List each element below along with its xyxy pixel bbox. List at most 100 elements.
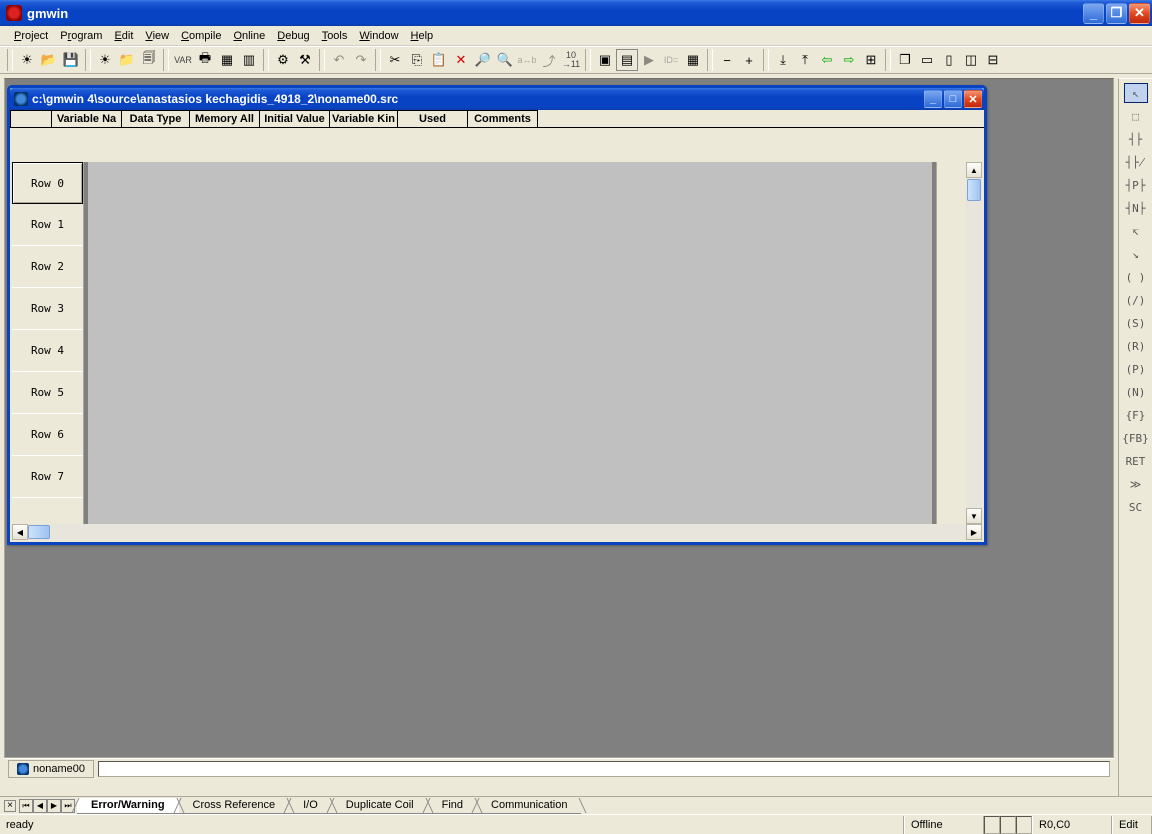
tb-findnext-icon[interactable]: 🔍: [494, 49, 516, 71]
tb-stop-icon[interactable]: ▦: [682, 49, 704, 71]
palette-contact-n-icon[interactable]: ┤N├: [1124, 198, 1148, 218]
output-nav-next-icon[interactable]: ▶: [47, 799, 61, 813]
palette-line-down-icon[interactable]: ↘: [1124, 244, 1148, 264]
scroll-up-icon[interactable]: ▲: [966, 162, 982, 178]
child-titlebar[interactable]: c:\gmwin 4\source\anastasios kechagidis_…: [10, 88, 984, 110]
horizontal-scrollbar[interactable]: ◀ ▶: [12, 524, 982, 540]
menu-compile[interactable]: Compile: [175, 28, 227, 44]
tb-cascade-icon[interactable]: ❐: [894, 49, 916, 71]
palette-sc-icon[interactable]: SC: [1124, 497, 1148, 517]
tab-cross-reference[interactable]: Cross Reference: [179, 798, 290, 814]
tb-monitor-icon[interactable]: ▤: [616, 49, 638, 71]
tb-tree-icon[interactable]: ⊞: [860, 49, 882, 71]
menu-online[interactable]: Online: [227, 28, 271, 44]
palette-func-icon[interactable]: {F}: [1124, 405, 1148, 425]
tb-block-icon[interactable]: ▥: [238, 49, 260, 71]
palette-contact-p-icon[interactable]: ┤P├: [1124, 175, 1148, 195]
palette-coil-reset-icon[interactable]: (R): [1124, 336, 1148, 356]
scroll-left-icon[interactable]: ◀: [12, 524, 28, 540]
row-label[interactable]: Row 4: [12, 330, 83, 372]
tb-redo-icon[interactable]: ↷: [350, 49, 372, 71]
palette-select-icon[interactable]: ⬚: [1124, 106, 1148, 126]
tb-minus-icon[interactable]: −: [716, 49, 738, 71]
menu-view[interactable]: View: [139, 28, 175, 44]
palette-jump-icon[interactable]: ≫: [1124, 474, 1148, 494]
output-nav-prev-icon[interactable]: ◀: [33, 799, 47, 813]
col-variable-kind[interactable]: Variable Kin: [330, 110, 398, 127]
tb-run-icon[interactable]: ▶: [638, 49, 660, 71]
tb-new-icon[interactable]: ☀: [16, 49, 38, 71]
tb-goto-line-icon[interactable]: 10→11: [560, 49, 582, 71]
tb-prog-icon[interactable]: ▦: [216, 49, 238, 71]
tb-replace-icon[interactable]: a↔b: [516, 49, 538, 71]
tb-rebuild-icon[interactable]: ⚒: [294, 49, 316, 71]
row-label[interactable]: Row 5: [12, 372, 83, 414]
tb-build-icon[interactable]: ⚙: [272, 49, 294, 71]
output-nav-first-icon[interactable]: ⏮: [19, 799, 33, 813]
palette-return-icon[interactable]: RET: [1124, 451, 1148, 471]
tb-arrange-icon[interactable]: ⊟: [982, 49, 1004, 71]
tb-open2-icon[interactable]: 📁: [116, 49, 138, 71]
row-label[interactable]: Row 1: [12, 204, 83, 246]
row-label[interactable]: Row 0: [12, 162, 83, 204]
menu-project[interactable]: Project: [8, 28, 54, 44]
scroll-down-icon[interactable]: ▼: [966, 508, 982, 524]
palette-coil-p-icon[interactable]: (P): [1124, 359, 1148, 379]
tb-copy-icon[interactable]: ⎘: [406, 49, 428, 71]
child-maximize-button[interactable]: □: [944, 90, 962, 108]
palette-coil-n-icon[interactable]: (N): [1124, 382, 1148, 402]
tab-error-warning[interactable]: Error/Warning: [77, 798, 179, 814]
palette-coil-set-icon[interactable]: (S): [1124, 313, 1148, 333]
tab-io[interactable]: I/O: [289, 798, 332, 814]
col-initial-value[interactable]: Initial Value: [260, 110, 330, 127]
row-label[interactable]: Row 3: [12, 288, 83, 330]
col-variable-name[interactable]: Variable Na: [52, 110, 122, 127]
tb-copy-file-icon[interactable]: 🗐: [138, 49, 160, 71]
tb-tile-h-icon[interactable]: ▭: [916, 49, 938, 71]
palette-coil-icon[interactable]: ( ): [1124, 267, 1148, 287]
row-label[interactable]: Row 6: [12, 414, 83, 456]
tb-id-icon[interactable]: ID=: [660, 49, 682, 71]
minimize-button[interactable]: _: [1083, 3, 1104, 24]
hscroll-thumb[interactable]: [28, 525, 50, 539]
col-comments[interactable]: Comments: [468, 110, 538, 127]
tb-save-icon[interactable]: 💾: [60, 49, 82, 71]
tb-print-icon[interactable]: 🖶: [194, 49, 216, 71]
ladder-canvas[interactable]: [84, 162, 936, 524]
tb-connect-icon[interactable]: ▣: [594, 49, 616, 71]
tb-upload-icon[interactable]: ⤒: [794, 49, 816, 71]
tb-left-icon[interactable]: ⇦: [816, 49, 838, 71]
tb-cut-icon[interactable]: ✂: [384, 49, 406, 71]
tb-undo-icon[interactable]: ↶: [328, 49, 350, 71]
scroll-right-icon[interactable]: ▶: [966, 524, 982, 540]
tb-paste-icon[interactable]: 📋: [428, 49, 450, 71]
row-label[interactable]: Row 2: [12, 246, 83, 288]
restore-button[interactable]: ❐: [1106, 3, 1127, 24]
col-rownum[interactable]: [10, 110, 52, 127]
palette-pointer-icon[interactable]: ↖: [1124, 83, 1148, 103]
tb-plus-icon[interactable]: +: [738, 49, 760, 71]
palette-line-up-icon[interactable]: ↸: [1124, 221, 1148, 241]
tb-download-icon[interactable]: ⤓: [772, 49, 794, 71]
menu-tools[interactable]: Tools: [316, 28, 354, 44]
menu-edit[interactable]: Edit: [108, 28, 139, 44]
tb-find-icon[interactable]: 🔎: [472, 49, 494, 71]
child-minimize-button[interactable]: _: [924, 90, 942, 108]
palette-contact-icon[interactable]: ┤├: [1124, 129, 1148, 149]
tb-split-icon[interactable]: ◫: [960, 49, 982, 71]
menu-help[interactable]: Help: [405, 28, 440, 44]
tb-delete-icon[interactable]: ✕: [450, 49, 472, 71]
vertical-scrollbar[interactable]: ▲ ▼: [966, 162, 982, 524]
scroll-thumb[interactable]: [967, 179, 981, 201]
row-label[interactable]: Row 7: [12, 456, 83, 498]
tab-find[interactable]: Find: [428, 798, 477, 814]
close-button[interactable]: ✕: [1129, 3, 1150, 24]
child-close-button[interactable]: ✕: [964, 90, 982, 108]
menu-window[interactable]: Window: [353, 28, 404, 44]
tb-right-icon[interactable]: ⇨: [838, 49, 860, 71]
output-close-icon[interactable]: ×: [4, 800, 16, 812]
tb-var-icon[interactable]: VAR: [172, 49, 194, 71]
palette-funcblock-icon[interactable]: {FB}: [1124, 428, 1148, 448]
tab-duplicate-coil[interactable]: Duplicate Coil: [332, 798, 428, 814]
tab-communication[interactable]: Communication: [477, 798, 581, 814]
